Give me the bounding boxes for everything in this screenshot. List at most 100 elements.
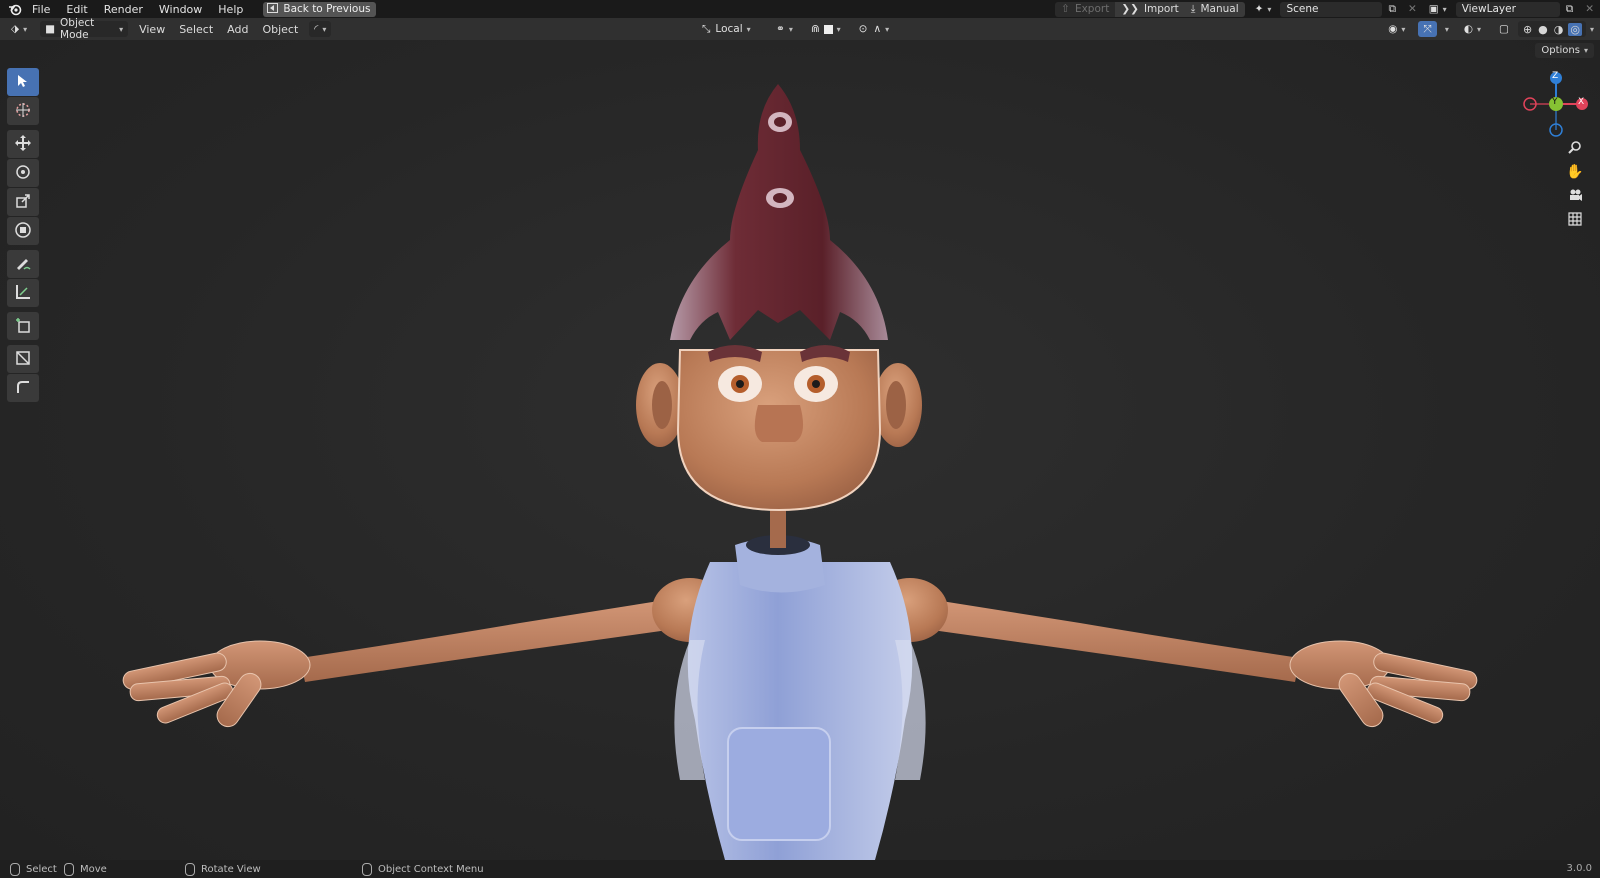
right-header-tools: ◉ ▾ ⤧ ▾ ◐ ▾ ▢ ⊕ ● ◑ ◎ ▾ xyxy=(1379,21,1594,37)
new-viewlayer-icon[interactable]: ⧉ xyxy=(1560,2,1580,17)
status-select: Select xyxy=(10,862,57,876)
extra-menu-dropdown[interactable]: ◜ ▾ xyxy=(309,21,332,37)
pan-view-button[interactable]: ✋ xyxy=(1564,161,1586,183)
solid-shading-icon[interactable]: ● xyxy=(1538,23,1548,36)
extra-tool-1[interactable] xyxy=(7,345,39,373)
annotate-tool[interactable] xyxy=(7,250,39,278)
menu-view[interactable]: View xyxy=(132,23,172,36)
manual-label: Manual xyxy=(1200,3,1239,15)
center-header-tools: ⤡ Local ▾ ⚭ ▾ ⋒ ▾ ⊙ ∧ ▾ xyxy=(693,21,898,37)
wireframe-shading-icon[interactable]: ⊕ xyxy=(1523,23,1532,36)
character-render xyxy=(122,84,1478,860)
3d-viewport[interactable] xyxy=(0,40,1600,860)
material-shading-icon[interactable]: ◑ xyxy=(1554,23,1564,36)
scene-icon: ✦ xyxy=(1254,3,1264,15)
annotate-pencil-icon xyxy=(14,254,32,275)
proportional-edit-toggle[interactable]: ⊙ ∧ ▾ xyxy=(854,21,895,37)
status-context-menu: Object Context Menu xyxy=(362,862,484,876)
falloff-icon: ∧ xyxy=(873,23,882,35)
orientation-label: Local xyxy=(715,23,743,35)
snap-target-icon xyxy=(823,24,833,34)
scale-tool[interactable] xyxy=(7,188,39,216)
mode-label: Object Mode xyxy=(60,17,95,41)
version-label: 3.0.0 xyxy=(1566,863,1592,874)
rendered-shading-icon[interactable]: ◎ xyxy=(1568,22,1582,36)
transform-tool[interactable] xyxy=(7,217,39,245)
back-icon xyxy=(267,2,279,16)
scene-field[interactable]: Scene xyxy=(1280,1,1383,17)
left-mouse-icon xyxy=(10,862,20,876)
curve-icon: ◜ xyxy=(314,23,319,35)
viewport-header: ⬗ ▾ ■ Object Mode ▾ View Select Add Object… xyxy=(0,17,1600,41)
new-scene-icon[interactable]: ⧉ xyxy=(1382,2,1402,17)
menu-render[interactable]: Render xyxy=(96,3,151,16)
editor-type-dropdown[interactable]: ⬗ ▾ xyxy=(6,21,32,37)
gizmo-z-label: Z xyxy=(1552,71,1559,81)
gizmo-dropdown-icon[interactable]: ▾ xyxy=(1445,25,1449,34)
blender-logo-icon[interactable] xyxy=(6,0,24,18)
options-dropdown[interactable]: Options ▾ xyxy=(1535,43,1594,58)
export-button[interactable]: ⇧ Export xyxy=(1055,1,1116,17)
select-box-tool[interactable] xyxy=(7,68,39,96)
menu-window[interactable]: Window xyxy=(151,3,210,16)
snap-toggle[interactable]: ⋒ ▾ xyxy=(806,21,846,37)
shading-dropdown-icon[interactable]: ▾ xyxy=(1590,25,1594,34)
ortho-toggle-button[interactable] xyxy=(1564,209,1586,231)
menu-add[interactable]: Add xyxy=(220,23,255,36)
navigation-gizmo[interactable]: Z X Y xyxy=(1520,68,1590,138)
eye-icon: ◉ xyxy=(1388,23,1398,35)
camera-icon xyxy=(1568,188,1582,205)
crosshair-cursor-icon xyxy=(14,101,32,122)
delete-viewlayer-icon[interactable]: ✕ xyxy=(1579,2,1600,17)
import-label: Import xyxy=(1143,3,1179,15)
import-button[interactable]: ❯❯ Import xyxy=(1115,1,1185,17)
menu-help[interactable]: Help xyxy=(210,3,251,16)
delete-scene-icon[interactable]: ✕ xyxy=(1402,2,1423,17)
move-arrows-icon xyxy=(14,134,32,155)
right-mouse-icon xyxy=(362,862,372,876)
options-label: Options xyxy=(1541,45,1580,56)
move-tool[interactable] xyxy=(7,130,39,158)
gizmo-y-label: Y xyxy=(1552,97,1558,107)
top-right-controls: ⇧ Export ❯❯ Import ⤓ Manual ✦ ▾ Scene ⧉ ✕… xyxy=(1055,0,1600,18)
download-icon: ⤓ xyxy=(1190,2,1196,15)
mode-dropdown[interactable]: ■ Object Mode ▾ xyxy=(40,17,129,41)
viewlayer-field[interactable]: ViewLayer xyxy=(1455,1,1560,17)
pivot-dropdown[interactable]: ⚭ ▾ xyxy=(771,21,798,37)
extra-tool-2[interactable] xyxy=(7,374,39,402)
transform-orientation-dropdown[interactable]: ⤡ Local ▾ xyxy=(697,21,763,37)
menu-edit[interactable]: Edit xyxy=(58,3,95,16)
camera-view-button[interactable] xyxy=(1564,185,1586,207)
export-icon: ⇧ xyxy=(1061,3,1070,15)
scene-selector[interactable]: ✦ ▾ xyxy=(1249,2,1278,17)
pivot-icon: ⚭ xyxy=(776,23,785,35)
rotate-tool[interactable] xyxy=(7,159,39,187)
gizmo-icon: ⤧ xyxy=(1423,22,1432,35)
status-move: Move xyxy=(64,862,107,876)
grid-icon xyxy=(1568,211,1582,229)
back-to-previous-button[interactable]: Back to Previous xyxy=(263,1,377,17)
menu-file[interactable]: File xyxy=(24,3,58,16)
add-cube-tool[interactable] xyxy=(7,312,39,340)
viewlayer-selector[interactable]: ▣ ▾ xyxy=(1423,2,1453,17)
shading-modes: ⊕ ● ◑ ◎ xyxy=(1517,21,1586,37)
orientation-icon: ⤡ xyxy=(702,22,711,35)
cursor-tool[interactable] xyxy=(7,97,39,125)
viewlayer-name: ViewLayer xyxy=(1461,3,1516,15)
zoom-view-button[interactable] xyxy=(1564,137,1586,159)
menu-select[interactable]: Select xyxy=(172,23,220,36)
xray-toggle[interactable]: ▢ xyxy=(1494,21,1514,37)
xray-icon: ▢ xyxy=(1499,23,1509,35)
gizmo-toggle[interactable]: ⤧ xyxy=(1418,21,1437,37)
visibility-dropdown[interactable]: ◉ ▾ xyxy=(1383,21,1410,37)
status-rotate-label: Rotate View xyxy=(201,863,261,875)
gizmo-x-label: X xyxy=(1578,97,1585,107)
middle-mouse-icon xyxy=(185,862,195,876)
menu-object[interactable]: Object xyxy=(255,23,305,36)
measure-tool[interactable] xyxy=(7,279,39,307)
manual-button[interactable]: ⤓ Manual xyxy=(1184,1,1245,17)
add-cube-icon xyxy=(14,316,32,337)
hand-icon: ✋ xyxy=(1566,164,1584,180)
left-toolbar xyxy=(7,68,41,403)
overlays-toggle[interactable]: ◐ ▾ xyxy=(1459,21,1486,37)
